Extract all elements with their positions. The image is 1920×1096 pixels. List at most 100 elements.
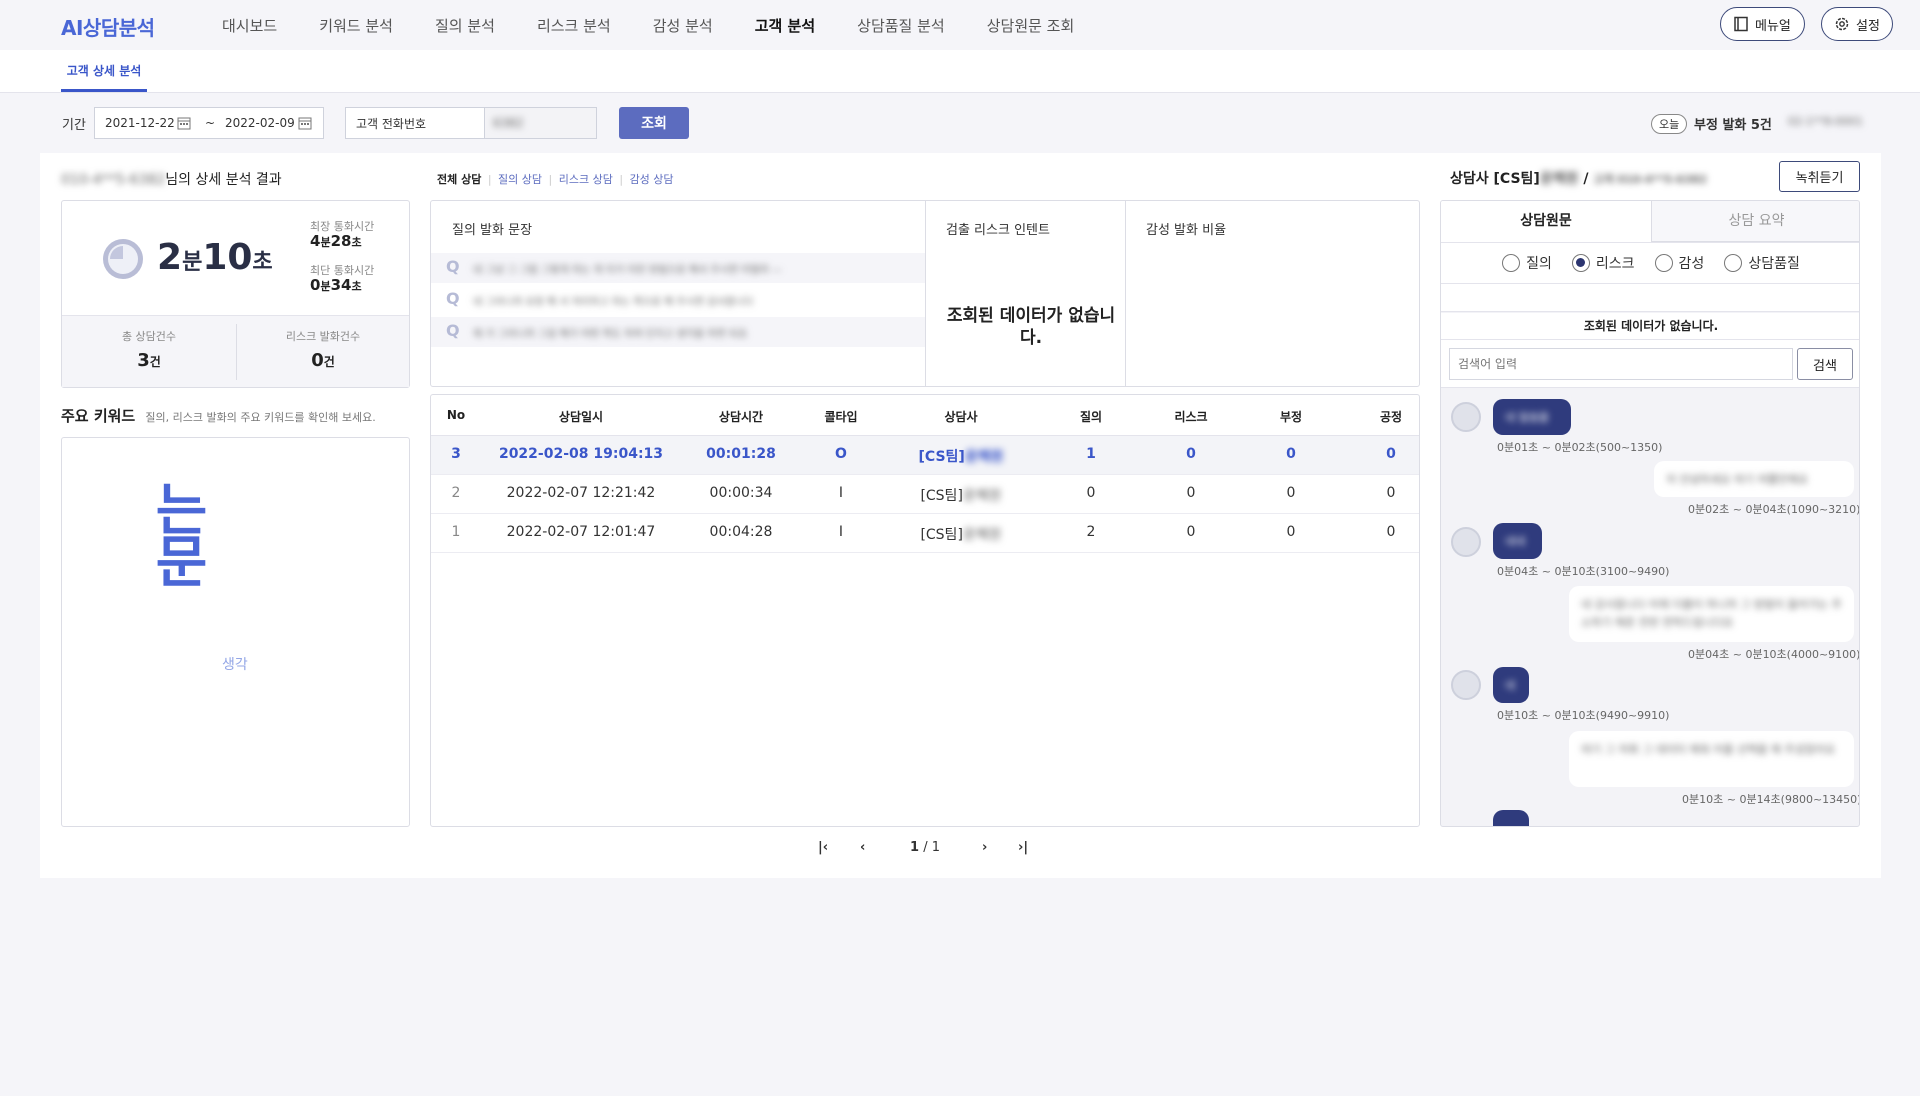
keyword-word-small[interactable]: 생각 [222, 654, 248, 674]
search-button[interactable]: 조회 [619, 107, 689, 139]
radio-risk[interactable]: 리스크 [1571, 253, 1635, 273]
message-timestamp: 0분10초 ~ 0분14초(9800~13450) [1682, 793, 1860, 806]
transcript-search-button[interactable]: 검색 [1797, 348, 1853, 380]
tab-transcript[interactable]: 상담원문 [1441, 201, 1651, 242]
calendar-icon[interactable] [298, 116, 312, 130]
transcript-search-input[interactable] [1449, 348, 1793, 380]
keyword-word-main[interactable]: 는문 [144, 480, 209, 584]
col-duration[interactable]: 상담시간 [681, 408, 801, 425]
phone-value: 6382 [493, 116, 524, 130]
tab-question[interactable]: 질의 상담 [498, 173, 542, 186]
gear-icon [1835, 17, 1849, 31]
radio-emotion[interactable]: 감성 [1654, 253, 1704, 273]
end-date-input[interactable]: 2022-02-09 [225, 116, 295, 130]
chat-message[interactable]: 네 [1493, 667, 1529, 703]
detail-card: 질의 발화 문장 Q 네 그냥 그 그럼 그렇게 하는 게 이거 이런 방법으로… [430, 200, 1420, 387]
risk-value: 0건 [311, 350, 335, 371]
result-title: 010-4**5-6382님의 상세 분석 결과 [61, 169, 282, 189]
radio-quality[interactable]: 상담품질 [1724, 253, 1800, 273]
call-table: No 상담일시 상담시간 콜타입 상담사 질의 리스크 부정 공정 3 2022… [430, 394, 1420, 827]
table-row[interactable]: 2 2022-02-07 12:21:42 00:00:34 I [CS팀]윤혜… [431, 475, 1419, 514]
last-page-icon[interactable]: ›| [1018, 840, 1028, 855]
tab-all[interactable]: 전체 상담 [437, 173, 481, 186]
radio-question[interactable]: 질의 [1502, 253, 1552, 273]
chat-message[interactable]: 네네 [1493, 523, 1542, 559]
tab-customer-detail[interactable]: 고객 상세 분석 [61, 62, 147, 92]
phone-label-box: 고객 전화번호 [345, 107, 485, 139]
col-negative[interactable]: 부정 [1241, 408, 1341, 425]
filter-bar: 기간 2021-12-22 ~ 2022-02-09 고객 전화번호 6382 … [0, 93, 1920, 153]
customer-info: 고객 010-4**5-6382 [1593, 173, 1707, 186]
start-date-input[interactable]: 2021-12-22 [105, 116, 175, 130]
settings-button[interactable]: 설정 [1821, 7, 1893, 41]
phone-label: 고객 전화번호 [356, 116, 427, 131]
min-unit: 분 [182, 250, 203, 275]
manual-button[interactable]: 메뉴얼 [1720, 7, 1805, 41]
keyword-cloud: 는문 생각 [61, 437, 410, 827]
nav-item-quality[interactable]: 상담품질 분석 [857, 15, 945, 36]
question-text: 네 그러니까 요청 해 서 처리하고 하는 쪽으로 해 주시면 감사합니다 [473, 297, 754, 308]
chat-message[interactable]: 네 말씀을 [1493, 399, 1571, 435]
next-page-icon[interactable]: › [982, 840, 987, 855]
today-badge: 오늘 [1651, 114, 1688, 134]
calendar-icon[interactable] [177, 116, 191, 130]
table-row[interactable]: 3 2022-02-08 19:04:13 00:01:28 O [CS팀]윤혜… [431, 436, 1419, 475]
nav-item-customer[interactable]: 고객 분석 [755, 15, 815, 36]
date-range-field: 2021-12-22 ~ 2022-02-09 [94, 107, 324, 139]
negative-count: 부정 발화 5건 [1694, 118, 1772, 133]
nav-item-dashboard[interactable]: 대시보드 [222, 15, 277, 36]
col-risk[interactable]: 리스크 [1141, 408, 1241, 425]
question-item[interactable]: Q 제 가 그러니까 그걸 해가 어떤 쪽도 하여 단지고 생각을 하면 되죠 [431, 317, 925, 347]
chat-message[interactable]: 네 감사합니다 어제 더블이 하니까 그 방법이 들어가는 주소하기 해준 전번… [1569, 586, 1854, 642]
prev-page-icon[interactable]: ‹ [860, 840, 865, 855]
keyword-hint: 질의, 리스크 발화의 주요 키워드를 확인해 보세요. [145, 411, 376, 424]
col-question[interactable]: 질의 [1041, 408, 1141, 425]
message-timestamp: 0분10초 ~ 0분10초(9490~9910) [1497, 709, 1670, 722]
nav-item-emotion[interactable]: 감성 분석 [653, 15, 713, 36]
consult-type-tabs: 전체 상담 | 질의 상담 | 리스크 상담 | 감성 상담 [437, 173, 674, 186]
q-mark: Q [446, 257, 460, 276]
first-page-icon[interactable]: |‹ [818, 840, 828, 855]
manual-label: 메뉴얼 [1755, 18, 1791, 34]
question-item[interactable]: Q 네 그냥 그 그럼 그렇게 하는 게 이거 이런 방법으로 해서 주시면 어… [431, 253, 925, 283]
tab-summary[interactable]: 상담 요약 [1651, 201, 1859, 242]
table-row[interactable]: 1 2022-02-07 12:01:47 00:04:28 I [CS팀]윤혜… [431, 514, 1419, 553]
nav-item-transcript[interactable]: 상담원문 조회 [987, 15, 1075, 36]
listen-recording-button[interactable]: 녹취듣기 [1779, 161, 1860, 192]
settings-label: 설정 [1856, 18, 1880, 34]
question-item[interactable]: Q 네 그러니까 요청 해 서 처리하고 하는 쪽으로 해 주시면 감사합니다 [431, 285, 925, 315]
transcript-no-data: 조회된 데이터가 없습니다. [1441, 313, 1859, 340]
summary-card: 2분10초 최장 통화시간 4분28초 최단 통화시간 0분34초 총 상담건수… [61, 200, 410, 388]
chat-message[interactable]: 여기 그 처회 그 데이터 해줘 어줄 선택을 해 주셨잖아요 [1569, 731, 1854, 787]
nav-item-keyword[interactable]: 키워드 분석 [319, 15, 393, 36]
risk-intent-title: 검출 리스크 인텐트 [946, 223, 1050, 238]
col-datetime[interactable]: 상담일시 [481, 408, 681, 425]
risk-no-data: 조회된 데이터가 없습니다. [946, 306, 1116, 348]
app-logo[interactable]: AI상담분석 [61, 12, 155, 41]
nav-item-risk[interactable]: 리스크 분석 [537, 15, 611, 36]
longest-value: 4분28초 [310, 232, 362, 250]
nav-item-question[interactable]: 질의 분석 [435, 15, 495, 36]
agent-avatar-icon [1451, 402, 1481, 432]
chat-message[interactable] [1493, 810, 1529, 826]
col-positive[interactable]: 공정 [1341, 408, 1419, 425]
result-title-suffix: 님의 상세 분석 결과 [165, 172, 282, 188]
emotion-title: 감성 발화 비율 [1146, 223, 1227, 238]
col-calltype[interactable]: 콜타입 [801, 408, 881, 425]
col-no[interactable]: No [431, 408, 481, 422]
message-timestamp: 0분04초 ~ 0분10초(3100~9490) [1497, 565, 1670, 578]
chat-message[interactable]: 저 안녕하세요 여기 여쭐만해요 [1654, 461, 1854, 497]
questions-title: 질의 발화 문장 [452, 223, 533, 238]
total-label: 총 상담건수 [121, 330, 177, 343]
phone-input[interactable]: 6382 [484, 107, 597, 139]
col-agent[interactable]: 상담사 [881, 408, 1041, 425]
question-text: 제 가 그러니까 그걸 해가 어떤 쪽도 하여 단지고 생각을 하면 되죠 [473, 329, 748, 340]
q-mark: Q [446, 321, 460, 340]
question-text: 네 그냥 그 그럼 그렇게 하는 게 이거 이런 방법으로 해서 주시면 어떨까… [473, 265, 782, 276]
summary-stats: 총 상담건수 3건 리스크 발화건수 0건 [62, 315, 409, 387]
tab-emotion[interactable]: 감성 상담 [630, 173, 674, 186]
tab-risk[interactable]: 리스크 상담 [559, 173, 613, 186]
date-separator: ~ [205, 116, 216, 130]
customer-phone: 010-4**5-6382 [61, 172, 166, 188]
q-mark: Q [446, 289, 460, 308]
